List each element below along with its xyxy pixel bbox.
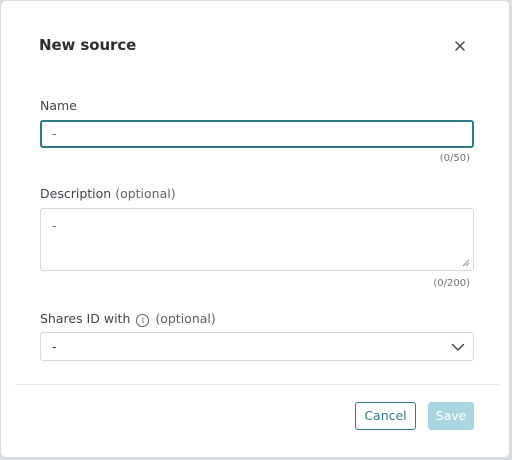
description-optional: (optional) (115, 186, 176, 201)
name-counter: (0/50) (439, 153, 470, 164)
close-icon (455, 41, 465, 51)
shares-id-select-value: - (52, 339, 57, 354)
dialog-title: New source (39, 36, 137, 54)
shares-id-select[interactable]: - (40, 332, 474, 361)
description-counter: (0/200) (433, 278, 470, 289)
shares-id-optional: (optional) (155, 311, 216, 326)
cancel-button[interactable]: Cancel (355, 402, 416, 430)
info-icon[interactable]: i (136, 314, 150, 327)
new-source-dialog: New source Name - (0/50) Description (op… (0, 0, 510, 458)
resize-handle-icon[interactable] (462, 259, 470, 267)
chevron-down-icon (451, 343, 465, 351)
name-label: Name (40, 98, 77, 113)
name-input[interactable]: - (40, 120, 474, 148)
close-button[interactable] (451, 37, 469, 55)
description-label-text: Description (40, 186, 112, 201)
shares-id-label: Shares ID with i (optional) (40, 311, 216, 327)
name-label-text: Name (40, 98, 77, 113)
name-input-value: - (52, 126, 57, 141)
description-textarea-value: - (52, 218, 57, 233)
description-textarea[interactable]: - (40, 208, 474, 271)
description-label: Description (optional) (40, 186, 176, 201)
shares-id-label-text: Shares ID with (40, 311, 131, 326)
save-button[interactable]: Save (428, 402, 474, 430)
footer-divider (15, 384, 499, 385)
